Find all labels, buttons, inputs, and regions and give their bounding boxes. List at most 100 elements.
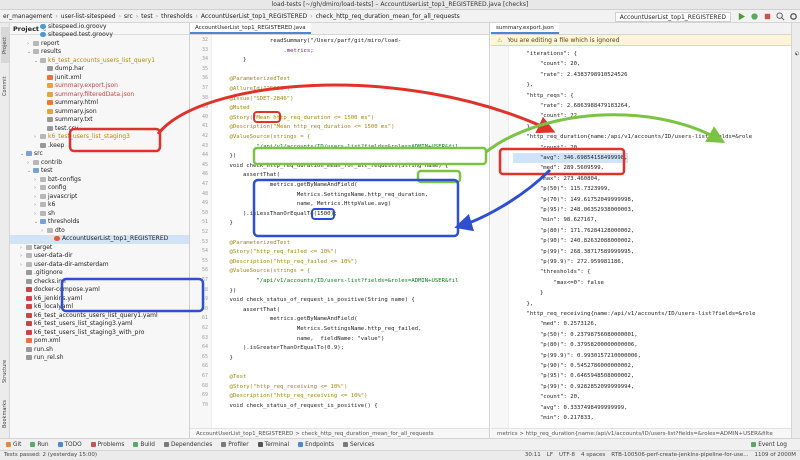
tree-item[interactable]: checks.iml xyxy=(10,277,189,287)
tool-window-dependencies-button[interactable]: Dependencies xyxy=(163,442,212,448)
code-token: @AllureId("25600") xyxy=(216,86,291,92)
run-configuration-select[interactable]: AccountUserList_top1_REGISTERED xyxy=(614,11,731,22)
tree-item-label: src xyxy=(34,150,43,157)
code-editor: AccountUserList_top1_REGISTERED.java 32 3… xyxy=(190,23,490,438)
tree-item[interactable]: dump.har xyxy=(10,65,189,74)
tree-item[interactable]: .gitignore xyxy=(10,269,189,278)
breadcrumb-item[interactable]: src xyxy=(121,13,136,20)
tree-item[interactable]: › user-data-dir xyxy=(10,252,189,261)
tree-item[interactable]: › dto xyxy=(10,227,189,236)
tree-item[interactable]: k6_test_users_list_staging3.yaml xyxy=(10,320,189,329)
structure-tool-tab[interactable]: Structure xyxy=(1,353,9,389)
notifications-icon[interactable]: ◔ xyxy=(793,33,800,73)
search-icon[interactable] xyxy=(776,12,785,21)
json-icon xyxy=(47,91,53,97)
tool-window-terminal-button[interactable]: Terminal xyxy=(257,442,289,448)
status-message[interactable]: Tests passed: 2 (yesterday 15:00) xyxy=(4,452,97,458)
tree-item[interactable]: test.csv xyxy=(10,125,189,134)
json-line: "p(99)": 268.38717589999995, xyxy=(513,248,635,255)
tree-item[interactable]: › k6 xyxy=(10,201,189,210)
tree-item[interactable]: ⌄ k6_test_accounts_users_list_query1 xyxy=(10,57,189,66)
status-indicator[interactable]: 4 spaces xyxy=(581,452,605,458)
tree-item[interactable]: sitespeed.test.groovy xyxy=(10,31,189,40)
tree-item[interactable]: ⌄ test xyxy=(10,167,189,176)
tool-window-profiler-button[interactable]: Profiler xyxy=(221,442,249,448)
bookmarks-tool-tab[interactable]: Bookmarks xyxy=(1,395,9,433)
tree-item[interactable]: pom.xml xyxy=(10,337,189,346)
tree-item[interactable]: summary.txt xyxy=(10,116,189,125)
tree-item[interactable]: ⌄ thresholds xyxy=(10,218,189,227)
status-indicator[interactable]: 1109 of 2000M xyxy=(754,452,796,458)
json-line: "med": 0.2573126, xyxy=(513,321,598,328)
tree-item[interactable]: summary.filteredData.json xyxy=(10,91,189,100)
breadcrumb-item[interactable]: check_http_req_duration_mean_for_all_req… xyxy=(313,13,463,20)
tree-item[interactable]: ⌄ results xyxy=(10,48,189,57)
tree-item[interactable]: › config xyxy=(10,184,189,193)
tree-item[interactable]: summary.export.json xyxy=(10,82,189,91)
tree-item[interactable]: docker-compose.yaml xyxy=(10,286,189,295)
tool-window-problems-button[interactable]: Problems xyxy=(90,442,124,448)
breadcrumb-item[interactable]: AccountUserList_top1_REGISTERED xyxy=(198,13,310,20)
tool-window-git-button[interactable]: Git xyxy=(6,442,21,448)
tool-window-build-button[interactable]: Build xyxy=(133,442,155,448)
tree-item[interactable]: AccountUserList_top1_REGISTERED xyxy=(10,235,189,244)
line-number: 42 xyxy=(201,133,208,139)
json-line: "thresholds": { xyxy=(513,269,591,276)
tree-item-label: checks.iml xyxy=(34,277,66,285)
code-token: .metrics; xyxy=(216,47,314,54)
tree-item[interactable]: summary.html xyxy=(10,99,189,108)
tree-item[interactable]: run_rel.sh xyxy=(10,354,189,363)
tree-item-label: javascript xyxy=(48,192,78,200)
tree-item[interactable]: › target xyxy=(10,244,189,253)
line-number: 35 xyxy=(201,65,208,72)
stop-icon[interactable] xyxy=(763,12,772,21)
debug-icon[interactable] xyxy=(750,12,759,21)
status-indicator[interactable]: 30:11 xyxy=(525,452,541,458)
breadcrumb-item[interactable]: thresholds xyxy=(158,13,195,20)
tree-item[interactable]: run.sh xyxy=(10,346,189,355)
code-token: void check_status_of_request_is_positive… xyxy=(216,402,378,409)
json-line: "iterations": { xyxy=(513,51,577,57)
tree-item[interactable]: › k6_test_users_list_staging3 xyxy=(10,133,189,142)
line-number: 69 xyxy=(201,392,208,399)
editor-breadcrumb[interactable]: AccountUserList_top1_REGISTERED > check_… xyxy=(190,428,489,438)
project-tool-tab[interactable]: Project xyxy=(1,27,9,63)
tree-item[interactable]: k6_jenkins.yaml xyxy=(10,295,189,304)
tool-window-endpoints-button[interactable]: Endpoints xyxy=(298,442,334,448)
tree-item[interactable]: › sh xyxy=(10,210,189,219)
line-number: 34 xyxy=(201,56,208,63)
tool-window-label: Git xyxy=(13,441,22,448)
tree-item[interactable]: sitespeed.io.groovy xyxy=(10,23,189,31)
tool-window-todo-button[interactable]: TODO xyxy=(57,442,82,448)
tree-item[interactable]: k6_localyaml xyxy=(10,303,189,312)
status-indicator[interactable]: UTF-8 xyxy=(559,452,575,458)
tree-item[interactable]: summary.json xyxy=(10,108,189,117)
tree-item[interactable]: › bzt-configs xyxy=(10,176,189,185)
tab-accountuserlist[interactable]: AccountUserList_top1_REGISTERED.java xyxy=(190,23,311,34)
text-icon xyxy=(26,355,32,360)
status-indicators: 30:11 LF UTF-8 4 spaces RTB-100506-perf-crea… xyxy=(525,452,796,458)
status-indicator[interactable]: RTB-100506-perf-create-jenkins-pipeline-… xyxy=(611,452,748,458)
tool-window-run-button[interactable]: Run xyxy=(30,442,49,448)
breadcrumb-item[interactable]: user-list-sitespeed xyxy=(58,13,119,20)
event-log-button[interactable]: Event Log xyxy=(751,442,787,448)
run-icon[interactable] xyxy=(737,12,746,21)
settings-icon[interactable] xyxy=(789,12,798,21)
commit-tool-tab[interactable]: Commit xyxy=(1,71,9,101)
tree-item[interactable]: › user-data-dir-amsterdam xyxy=(10,261,189,270)
tree-item[interactable]: k6_test_accounts_users_list_query1.yaml xyxy=(10,312,189,321)
tree-item[interactable]: › javascript xyxy=(10,192,189,202)
tree-item[interactable]: › report xyxy=(10,40,189,49)
breadcrumb-item[interactable]: test xyxy=(138,13,156,20)
tree-item[interactable]: .keep xyxy=(10,142,189,151)
json-breadcrumb[interactable]: metrics > http_req_duration{name:/api/v1… xyxy=(491,428,791,438)
tree-item[interactable]: junit.xml xyxy=(10,74,189,83)
line-number: 53 xyxy=(201,238,208,245)
status-indicator[interactable]: LF xyxy=(547,452,553,458)
tool-window-services-button[interactable]: Services xyxy=(342,442,374,448)
tree-item[interactable]: ⌄ src xyxy=(10,150,189,159)
tree-item[interactable]: › contrib xyxy=(10,159,189,168)
tab-summary-export-json[interactable]: summary.export.json xyxy=(491,23,559,34)
tree-item[interactable]: k6_test_users_list_staging3_with_pro xyxy=(10,329,189,338)
breadcrumb-item[interactable]: er_management xyxy=(0,13,55,20)
